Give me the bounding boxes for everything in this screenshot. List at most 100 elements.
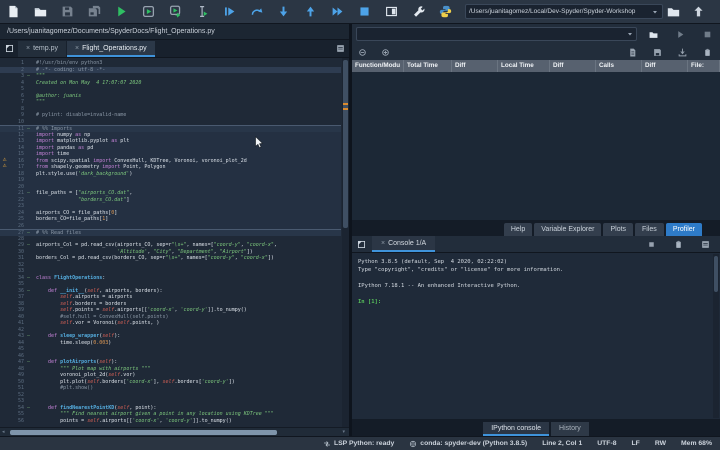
copy-button[interactable] [674,240,683,249]
scrollbar-thumb[interactable] [714,256,718,292]
ipython-console[interactable]: Python 3.8.5 (default, Sep 4 2020, 02:22… [352,253,720,419]
globe-icon [409,440,417,448]
code-text[interactable]: # %% Read files [36,230,81,236]
code-text[interactable] [36,223,39,230]
chevron-down-icon[interactable] [626,30,634,38]
env-status[interactable]: conda: spyder-dev (Python 3.8.5) [409,440,527,448]
code-text[interactable]: # pylint: disable=invalid-name [36,112,126,119]
console-prompt[interactable]: In [1]: [358,298,720,306]
run-cell-button[interactable] [135,1,162,23]
code-text[interactable]: self.vor = Voronoi(self.points, ) [36,320,159,327]
parent-dir-button[interactable] [692,5,705,18]
code-text[interactable]: points = self.airports[['coord-x', 'coor… [36,418,232,425]
open-dir-button[interactable] [649,30,658,39]
run-cell-advance-button[interactable] [162,1,189,23]
collapse-button[interactable] [358,48,367,57]
code-line[interactable]: 56 points = self.airports[['coord-x', 'c… [0,418,341,425]
step-into-button[interactable] [270,1,297,23]
open-dir-icon [667,5,680,18]
scrollbar-thumb[interactable] [10,430,277,435]
column-header[interactable]: Calls [596,60,642,72]
toolbar-buttons [0,1,459,23]
close-icon[interactable]: × [26,45,30,52]
load-data-button[interactable] [678,48,687,57]
new-file-button[interactable] [0,1,27,23]
fold-space[interactable] [24,418,33,425]
column-header[interactable]: Diff [452,60,498,72]
maximize-pane-button[interactable] [378,1,405,23]
debug-file-button[interactable] [216,1,243,23]
editor-tab-temp.py[interactable]: × temp.py [18,41,66,57]
line-number[interactable]: 56 [9,418,24,425]
line-number[interactable]: 10 [9,119,24,126]
column-header[interactable]: Diff [550,60,596,72]
column-header[interactable]: Total Time [404,60,452,72]
open-file-button[interactable] [27,1,54,23]
open-dir-button[interactable] [667,5,680,18]
pane-tab-help[interactable]: Help [503,223,533,236]
run-selection-button[interactable] [189,1,216,23]
continue-execution-button[interactable] [324,1,351,23]
pane-tab-plots[interactable]: Plots [603,223,634,236]
code-editor[interactable]: 1 #!/usr/bin/env python3 2 # -*- coding: ut… [0,58,349,427]
save-file-button[interactable] [54,1,81,23]
pane-tab-files[interactable]: Files [635,223,664,236]
editor-horizontal-scrollbar[interactable]: ◂ ▾ [0,427,349,436]
editor-tab-Flight_Operations.py[interactable]: × Flight_Operations.py [67,41,155,57]
code-text[interactable]: #plt.show() [36,385,93,392]
scrollbar-thumb[interactable] [343,60,348,228]
options-button[interactable] [701,240,710,249]
pane-tab-variable-explorer[interactable]: Variable Explorer [534,223,602,236]
pane-tab-profiler[interactable]: Profiler [665,223,702,236]
column-header[interactable]: File: [688,60,720,72]
code-text[interactable]: Created on Mon May 4 17:07:07 2020 [36,80,141,87]
column-header[interactable]: Function/Modu [352,60,404,72]
run-file-button[interactable] [108,1,135,23]
profiler-file-combobox[interactable] [356,27,637,41]
expand-button[interactable] [381,48,390,57]
working-directory-combobox[interactable]: /Users/juanitagomez/Local/Dev-Spyder/Spy… [465,4,663,19]
line-number[interactable]: 26 [9,223,24,230]
copy-button[interactable] [703,48,712,57]
console-scrollbar[interactable] [713,254,719,418]
python-logo-button[interactable] [432,1,459,23]
fold-space[interactable] [24,119,33,126]
stop-debug-button[interactable] [351,1,378,23]
profiler-table-body[interactable] [352,72,720,220]
editor-options-button[interactable] [331,40,349,57]
inspect-button[interactable] [647,240,656,249]
start-profiling-button[interactable] [676,30,685,39]
fold-space[interactable] [24,223,33,230]
step-over-button[interactable] [243,1,270,23]
close-icon[interactable]: × [381,240,385,247]
save-all-button[interactable] [81,1,108,23]
step-return-button[interactable] [297,1,324,23]
code-text[interactable]: plt.style.use('dark_background') [36,171,132,178]
chevron-down-icon[interactable] [651,8,659,16]
column-header[interactable]: Local Time [498,60,550,72]
scroll-left-arrow[interactable]: ◂ [2,429,5,435]
gutter[interactable]: 10 [0,119,36,126]
close-icon[interactable]: × [75,45,79,52]
code-text[interactable]: time.sleep(0.003) [36,340,111,347]
output-file-button[interactable] [628,48,637,57]
bottom-tab-ipython-console[interactable]: IPython console [483,422,550,436]
code-text[interactable]: borders_CO=file_paths[1] [36,216,108,223]
code-text[interactable]: # -*- coding: utf-8 -*- [36,67,105,74]
browse-tabs-button[interactable] [0,40,18,57]
browse-consoles-button[interactable] [352,236,370,253]
scroll-right-arrow[interactable]: ▾ [342,429,345,435]
save-data-button[interactable] [653,48,662,57]
code-text[interactable]: "borders_CO.dat"] [36,197,129,204]
console-tab[interactable]: × Console 1/A [372,236,436,252]
gutter[interactable]: 56 [0,418,36,425]
preferences-button[interactable] [405,1,432,23]
stop-profiling-button[interactable] [703,30,712,39]
bottom-tab-history[interactable]: History [551,422,589,436]
code-text[interactable]: class FlightOperations: [36,275,105,282]
code-text[interactable] [36,119,39,126]
column-header[interactable]: Diff [642,60,688,72]
gutter[interactable]: 26 [0,223,36,230]
code-text[interactable]: borders_Col = pd.read_csv(borders_CO, se… [36,255,274,262]
editor-vertical-scrollbar[interactable] [342,58,349,427]
